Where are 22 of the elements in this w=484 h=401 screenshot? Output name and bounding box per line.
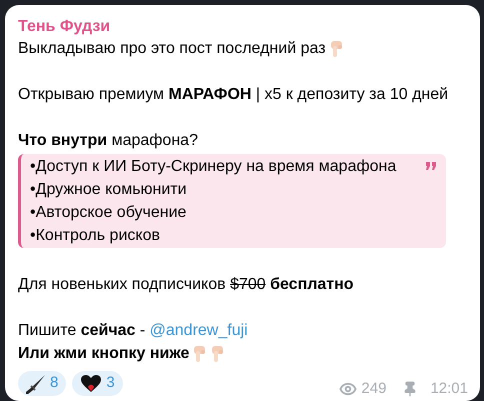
reaction-button[interactable]: 8 (18, 371, 66, 396)
message-text: Или жми кнопку ниже (18, 344, 190, 364)
username-link[interactable]: @andrew_fuji (150, 322, 248, 338)
message-text: Открываю премиум МАРАФОН | x5 к депозиту за 10 дней (18, 84, 448, 104)
heart-icon (80, 374, 102, 394)
message-text: Пишите сейчас - @andrew_fuji (18, 320, 248, 340)
quote-line: •Авторское обучение (30, 203, 188, 223)
message-text: Что внутри марафона? (18, 130, 198, 150)
message-text: Для новеньких подписчиков $700 бесплатно (18, 274, 354, 294)
quote-line: •Дружное комьюнити (30, 180, 188, 200)
pointing-down-hand-icon (211, 344, 226, 362)
quote-line: •Контроль рисков (30, 226, 161, 246)
message-text: Выкладываю про это пост последний раз (18, 38, 326, 58)
sword-icon (26, 374, 46, 394)
quote-mark-icon (426, 162, 436, 170)
message-time: 12:01 (430, 378, 468, 398)
pointing-down-hand-icon (330, 40, 344, 58)
view-count: 249 (361, 378, 386, 398)
reaction-button[interactable]: 3 (72, 371, 123, 396)
quote-line: •Доступ к ИИ Боту-Скринеру на время марафона (30, 157, 398, 177)
pointing-down-hand-icon (193, 344, 208, 362)
author-name: Тень Фудзи (18, 17, 112, 37)
